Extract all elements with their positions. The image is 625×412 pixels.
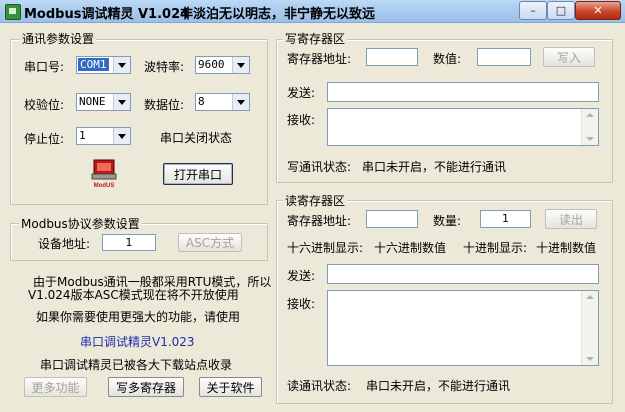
about-button[interactable]: 关于软件 — [199, 377, 262, 397]
read-send-input[interactable] — [327, 264, 599, 284]
asc-mode-button[interactable]: ASC方式 — [178, 233, 242, 252]
databits-value: 8 — [198, 95, 205, 108]
dec-display-label: 十进制显示: — [463, 241, 528, 255]
read-qty-label: 数量: — [433, 214, 462, 228]
parity-select[interactable]: NONE — [76, 93, 131, 111]
dec-display-value: 十进制数值 — [536, 241, 597, 255]
serial-tool-link[interactable]: 串口调试精灵V1.023 — [80, 333, 195, 350]
write-recv-label: 接收: — [287, 113, 316, 127]
info-line-3: 如果你需要使用更强大的功能，请使用 — [36, 310, 241, 324]
modbus-icon-caption: ModUS — [94, 183, 115, 189]
chevron-down-icon[interactable] — [113, 57, 130, 73]
port-status-text: 串口关闭状态 — [160, 131, 233, 145]
chevron-down-icon[interactable] — [232, 57, 249, 73]
write-reg-addr-label: 寄存器地址: — [287, 52, 352, 66]
write-button[interactable]: 写入 — [543, 47, 595, 67]
write-reg-addr-input[interactable] — [366, 48, 418, 66]
read-register-title: 读寄存器区 — [283, 192, 348, 209]
chevron-down-icon[interactable] — [232, 94, 249, 110]
read-recv-scrollbar[interactable] — [581, 291, 598, 365]
stopbits-label: 停止位: — [24, 132, 65, 146]
modbus-computer-icon: ModUS — [91, 159, 117, 189]
read-reg-addr-label: 寄存器地址: — [287, 214, 352, 228]
baud-value: 9600 — [198, 58, 225, 71]
read-reg-addr-input[interactable] — [366, 210, 418, 228]
databits-select[interactable]: 8 — [195, 93, 250, 111]
port-label: 串口号: — [24, 60, 65, 74]
write-recv-scrollbar[interactable] — [581, 109, 598, 145]
window-title: Modbus调试精灵 V1.024 — [24, 7, 190, 22]
write-status-label: 写通讯状态: — [287, 160, 352, 174]
chevron-down-icon[interactable] — [113, 94, 130, 110]
read-qty-input[interactable]: 1 — [480, 210, 531, 228]
write-recv-textarea[interactable] — [327, 108, 599, 146]
write-send-label: 发送: — [287, 86, 316, 100]
stopbits-select[interactable]: 1 — [76, 127, 131, 145]
write-register-title: 写寄存器区 — [283, 30, 348, 47]
hex-display-value: 十六进制数值 — [374, 241, 447, 255]
baud-select[interactable]: 9600 — [195, 56, 250, 74]
info-line-2: V1.024版本ASC模式现在将不开放使用 — [28, 288, 239, 302]
minimize-button[interactable]: – — [519, 1, 547, 20]
read-send-label: 发送: — [287, 269, 316, 283]
chevron-down-icon[interactable] — [113, 128, 130, 144]
port-select[interactable]: COM1 — [76, 56, 131, 74]
write-value-input[interactable] — [477, 48, 531, 66]
write-status-value: 串口未开启，不能进行通讯 — [362, 160, 507, 174]
write-multiple-registers-button[interactable]: 写多寄存器 — [108, 377, 184, 397]
hex-display-label: 十六进制显示: — [287, 241, 364, 255]
read-status-label: 读通讯状态: — [287, 379, 352, 393]
read-recv-label: 接收: — [287, 297, 316, 311]
comm-settings-title: 通讯参数设置 — [20, 30, 97, 47]
write-value-label: 数值: — [433, 52, 462, 66]
read-recv-textarea[interactable] — [327, 290, 599, 366]
device-address-label: 设备地址: — [38, 237, 91, 251]
info-line-5: 串口调试精灵已被各大下载站点收录 — [40, 358, 233, 372]
port-value: COM1 — [78, 58, 109, 71]
baud-label: 波特率: — [144, 60, 185, 74]
read-button[interactable]: 读出 — [545, 209, 597, 229]
stopbits-value: 1 — [79, 129, 86, 142]
parity-value: NONE — [79, 95, 106, 108]
read-status-value: 串口未开启，不能进行通讯 — [366, 379, 511, 393]
maximize-button[interactable]: □ — [547, 1, 575, 20]
device-address-input[interactable]: 1 — [102, 234, 156, 251]
protocol-settings-title: Modbus协议参数设置 — [19, 215, 142, 232]
app-icon — [5, 4, 21, 20]
write-send-input[interactable] — [327, 82, 599, 102]
close-button[interactable]: ✕ — [575, 1, 621, 20]
open-port-button[interactable]: 打开串口 — [163, 163, 233, 185]
databits-label: 数据位: — [144, 98, 185, 112]
window-motto: 非淡泊无以明志，非宁静无以致远 — [180, 7, 376, 22]
parity-label: 校验位: — [24, 98, 65, 112]
more-features-button[interactable]: 更多功能 — [24, 377, 87, 397]
